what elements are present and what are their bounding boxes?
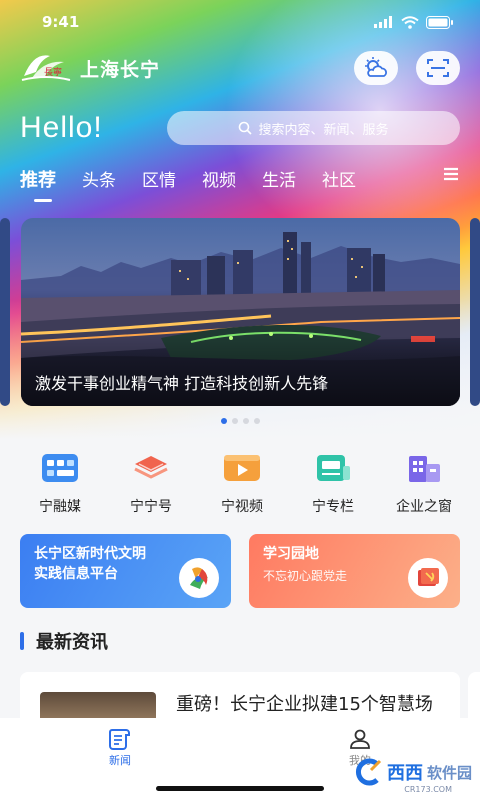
scan-icon xyxy=(427,59,449,77)
quick-link-label: 企业之窗 xyxy=(396,499,452,515)
scan-button[interactable] xyxy=(416,51,460,85)
quick-links: 宁融媒 宁宁号 宁视频 宁专栏 企业之窗 xyxy=(0,450,480,516)
quick-link-enterprise[interactable]: 企业之窗 xyxy=(386,450,462,516)
card-badge xyxy=(408,558,448,598)
wifi-icon xyxy=(401,15,419,29)
section-heading: 最新资讯 xyxy=(20,628,108,654)
quick-link-label: 宁专栏 xyxy=(312,499,354,515)
card-badge xyxy=(179,558,219,598)
status-icons xyxy=(374,15,454,29)
home-indicator xyxy=(156,786,324,791)
carousel-dot[interactable] xyxy=(242,418,249,424)
tab-headlines[interactable]: 头条 xyxy=(82,166,116,191)
news-icon xyxy=(109,729,130,750)
tab-district[interactable]: 区情 xyxy=(142,166,176,191)
search-placeholder: 搜索内容、新闻、服务 xyxy=(258,122,389,138)
civilization-logo-icon xyxy=(190,567,208,589)
quick-link-ningcolumn[interactable]: 宁专栏 xyxy=(295,450,371,516)
quick-link-label: 宁宁号 xyxy=(130,499,172,515)
section-accent-bar xyxy=(20,632,24,650)
tab-video[interactable]: 视频 xyxy=(202,166,236,191)
tab-life[interactable]: 生活 xyxy=(262,166,296,191)
menu-icon xyxy=(444,167,458,181)
quick-link-ningvideo[interactable]: 宁视频 xyxy=(204,450,280,516)
status-time: 9:41 xyxy=(42,13,80,31)
app-logo[interactable]: 長寧 上海长宁 xyxy=(20,50,160,86)
carousel-dot[interactable] xyxy=(253,418,260,424)
status-bar: 9:41 xyxy=(0,0,480,44)
media-grid-icon xyxy=(42,454,78,482)
tab-community[interactable]: 社区 xyxy=(322,166,356,191)
svg-text:長寧: 長寧 xyxy=(44,66,62,78)
watermark-logo-icon xyxy=(356,758,382,786)
changning-logo-icon: 長寧 xyxy=(21,55,71,81)
watermark-brand: 西西 xyxy=(386,763,423,784)
column-doc-icon xyxy=(317,455,350,481)
carousel-dot[interactable] xyxy=(231,418,238,424)
banner-carousel[interactable]: 激发干事创业精气神 打造科技创新人先锋 xyxy=(21,218,460,406)
category-tabs: 推荐 头条 区情 视频 生活 社区 xyxy=(20,166,460,202)
banner-next-peek[interactable] xyxy=(470,218,480,406)
tab-menu-button[interactable] xyxy=(442,166,460,186)
video-play-icon xyxy=(224,455,260,481)
building-icon xyxy=(409,456,440,482)
carousel-dots xyxy=(0,418,480,424)
user-icon xyxy=(350,729,370,749)
section-title: 最新资讯 xyxy=(36,632,108,653)
greeting-text: Hello! xyxy=(20,111,103,144)
signal-icon xyxy=(374,16,392,28)
civilization-platform-card[interactable]: 长宁区新时代文明 实践信息平台 xyxy=(20,534,231,608)
search-icon xyxy=(239,121,253,135)
weather-button[interactable] xyxy=(354,51,398,85)
party-emblem-icon xyxy=(418,568,439,586)
watermark-url: CR173.COM xyxy=(404,785,452,794)
banner-prev-peek[interactable] xyxy=(0,218,10,406)
quick-link-ningninghao[interactable]: 宁宁号 xyxy=(113,450,189,516)
battery-icon xyxy=(426,15,453,29)
quick-link-label: 宁融媒 xyxy=(39,499,81,515)
watermark-sub: 软件园 xyxy=(426,763,472,782)
carousel-dot[interactable] xyxy=(220,418,227,424)
site-watermark: 西西 软件园 xyxy=(353,758,472,786)
banner-caption: 激发干事创业精气神 打造科技创新人先锋 xyxy=(35,374,329,393)
app-header: 長寧 上海长宁 xyxy=(0,46,480,90)
nav-label: 新闻 xyxy=(109,754,131,767)
weather-sun-cloud-icon xyxy=(365,57,387,77)
quick-link-label: 宁视频 xyxy=(221,499,263,515)
tab-recommend[interactable]: 推荐 xyxy=(20,166,56,202)
app-title: 上海长宁 xyxy=(80,58,161,81)
search-input[interactable]: 搜索内容、新闻、服务 xyxy=(167,111,460,145)
study-garden-card[interactable]: 学习园地 不忘初心跟党走 xyxy=(249,534,460,608)
quick-link-ningrongmei[interactable]: 宁融媒 xyxy=(22,450,98,516)
hello-row: Hello! 搜索内容、新闻、服务 xyxy=(0,108,480,148)
layers-icon xyxy=(134,456,168,479)
